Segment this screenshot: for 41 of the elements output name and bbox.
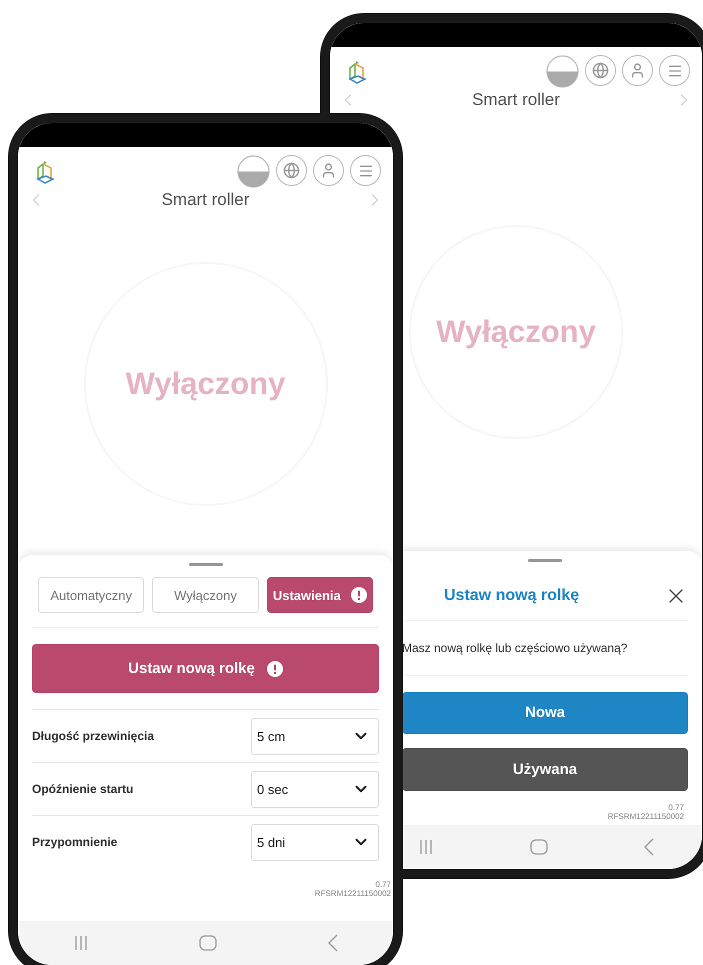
dropdown-field[interactable]: 0 sec — [251, 770, 379, 808]
globe-icon — [592, 62, 609, 79]
globe-button[interactable] — [585, 55, 616, 86]
menu-button[interactable] — [350, 155, 381, 186]
setting-label: Długość przewinięcia — [32, 729, 154, 743]
status-label: Wyłączony — [436, 314, 596, 350]
profile-button[interactable] — [622, 55, 653, 86]
status-label: Wyłączony — [126, 366, 286, 402]
mode-tab[interactable]: Ustawienia — [266, 577, 373, 613]
version-text: 0.77 — [374, 880, 391, 889]
setting-label: Przypomnienie — [32, 835, 118, 849]
device-title: Smart roller — [472, 90, 560, 110]
user-icon — [629, 62, 646, 79]
version-text: RFSRM12211150002 — [608, 812, 684, 821]
dropdown-field[interactable]: 5 cm — [251, 718, 379, 754]
profile-button[interactable] — [313, 155, 344, 186]
half-filled-circle-icon[interactable] — [546, 55, 579, 88]
device-title: Smart roller — [162, 190, 250, 210]
mode-tab[interactable]: Automatyczny — [38, 577, 144, 613]
menu-icon — [358, 162, 374, 178]
home-icon[interactable] — [199, 935, 218, 951]
globe-icon — [283, 162, 300, 179]
back-icon[interactable] — [328, 934, 338, 952]
half-filled-circle-icon[interactable] — [237, 155, 270, 188]
version-text: RFSRM12211150002 — [314, 889, 391, 898]
menu-icon — [666, 62, 682, 78]
dropdown-field[interactable]: 5 dni — [251, 824, 379, 860]
back-icon[interactable] — [644, 838, 654, 856]
version-text: 0.77 — [667, 803, 684, 812]
user-icon — [320, 162, 337, 179]
globe-button[interactable] — [276, 155, 307, 186]
used-roll-button[interactable]: Używana — [402, 748, 688, 791]
setting-label: Opóźnienie startu — [32, 782, 134, 796]
menu-button[interactable] — [659, 55, 690, 86]
recent-apps-icon[interactable] — [73, 935, 90, 951]
dialog-title: Ustaw nową rolkę — [444, 586, 580, 605]
mode-tab[interactable]: Wyłączony — [152, 577, 259, 613]
new-roll-button[interactable]: Nowa — [402, 692, 688, 734]
set-new-roll-button[interactable]: Ustaw nową rolkę — [32, 644, 379, 693]
recent-apps-icon[interactable] — [418, 839, 434, 855]
home-icon[interactable] — [530, 839, 548, 855]
